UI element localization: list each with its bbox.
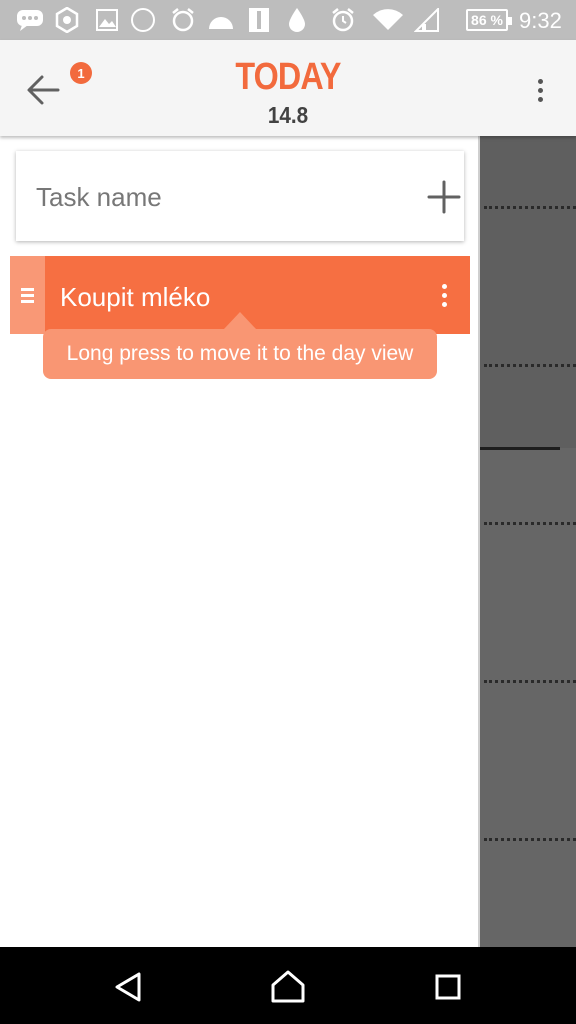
task-name-input[interactable]	[36, 175, 396, 219]
nav-home-button[interactable]	[266, 965, 310, 1009]
hour-line	[484, 838, 576, 841]
app-bar: 1 TODAY 14.8	[0, 40, 576, 136]
overflow-menu-button[interactable]	[526, 72, 554, 108]
day-view-panel[interactable]	[480, 136, 576, 947]
task-label: Koupit mléko	[60, 282, 211, 312]
hour-line	[484, 680, 576, 683]
alarm-icon	[330, 8, 356, 32]
page-date: 14.8	[267, 102, 309, 128]
drag-handle-icon[interactable]	[10, 256, 45, 334]
add-task-button[interactable]	[422, 175, 466, 219]
settings-icon	[54, 7, 80, 33]
task-menu-button[interactable]	[430, 278, 458, 312]
signal-icon	[414, 8, 440, 32]
current-time-line	[480, 447, 560, 450]
water-drop-icon	[287, 8, 307, 32]
more-vertical-icon	[441, 283, 447, 289]
page-title: TODAY	[235, 56, 341, 98]
hour-line	[484, 522, 576, 525]
triangle-back-icon	[115, 972, 141, 1002]
hour-line	[484, 206, 576, 209]
task-input-card	[16, 151, 464, 241]
square-recents-icon	[435, 974, 461, 1000]
nav-recents-button[interactable]	[426, 965, 470, 1009]
alarm-clock-icon	[170, 8, 196, 32]
home-icon	[271, 970, 305, 1003]
more-vertical-icon	[537, 78, 543, 84]
tooltip-arrow	[224, 312, 256, 329]
navigation-bar	[0, 947, 576, 1024]
nav-back-button[interactable]	[106, 965, 150, 1009]
plus-icon	[427, 180, 461, 214]
clock: 9:32	[519, 8, 562, 33]
speedometer-icon	[131, 8, 155, 32]
wifi-icon	[372, 8, 404, 32]
image-icon	[96, 8, 118, 32]
sim-icon	[248, 8, 270, 32]
hint-tooltip: Long press to move it to the day view	[43, 329, 437, 379]
chat-icon	[16, 8, 44, 32]
hour-line	[484, 364, 576, 367]
battery-indicator: 86 %	[466, 9, 512, 31]
weather-icon	[207, 8, 235, 32]
status-bar: 86 % 9:32	[0, 0, 576, 40]
